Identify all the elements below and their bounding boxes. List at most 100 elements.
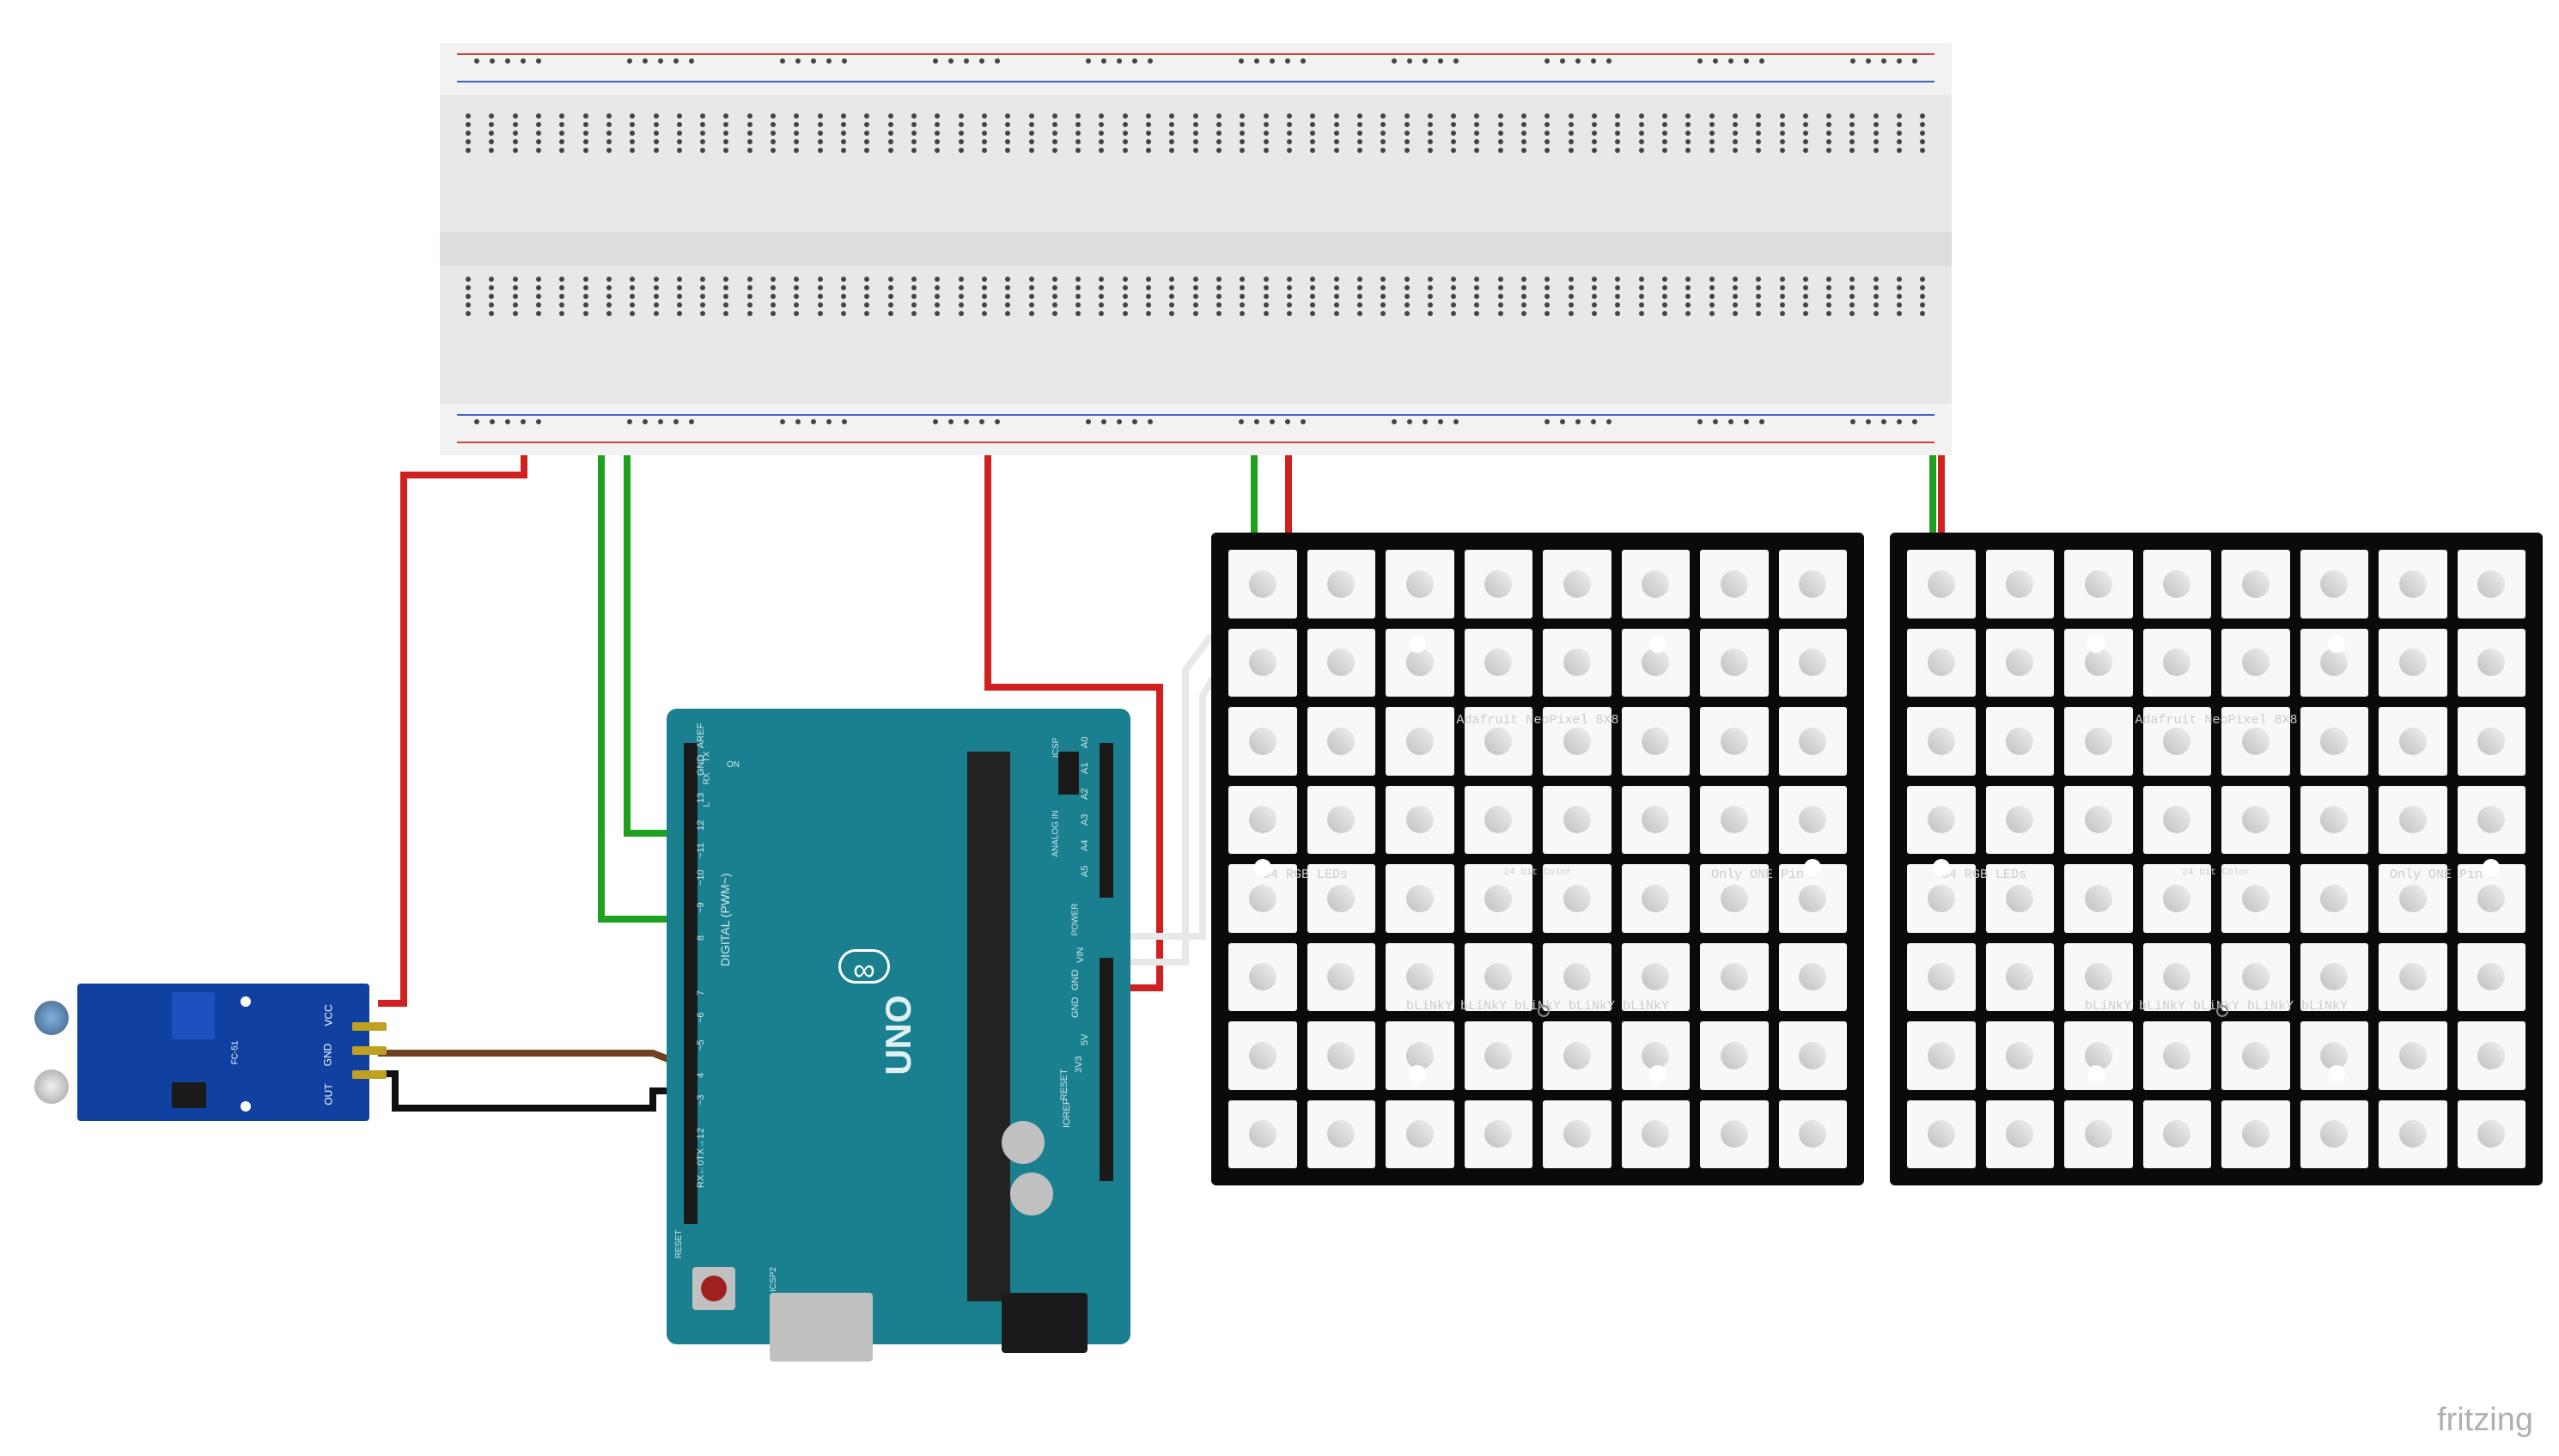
neopixel-led: [1228, 1100, 1297, 1169]
ir-out-label: OUT: [322, 1083, 334, 1105]
neopixel-led: [1700, 629, 1769, 698]
neopixel-led: [1700, 1100, 1769, 1169]
wire-ir-gnd: [378, 1074, 684, 1108]
neopixel-led: [2379, 629, 2447, 698]
neopixel-led: [1386, 786, 1454, 855]
neopixel-led: [2221, 1100, 2290, 1169]
neopixel-led: [2143, 1021, 2212, 1090]
neopixel-led: [1986, 1100, 2055, 1169]
neopixel-led: [1228, 786, 1297, 855]
ir-emitter-led: [34, 1001, 69, 1035]
ir-pin-header[interactable]: [352, 1022, 387, 1094]
neopixel-matrix-1: for(let i=0;i<64;i++)document.write('<di…: [1211, 533, 1864, 1185]
neopixel-led: [2379, 550, 2447, 618]
neopixel-led: [2221, 1021, 2290, 1090]
neopixel-led: [2143, 1100, 2212, 1169]
ir-model-label: FC-51: [230, 1041, 240, 1065]
breadboard: document.write(Array.from({length:10},()…: [440, 43, 1952, 455]
neopixel-led: [1622, 1100, 1691, 1169]
breadboard-bottom-rail: document.write(Array.from({length:10},()…: [440, 404, 1952, 455]
neopixel-led: [1543, 1100, 1612, 1169]
neopixel-led: [2300, 786, 2369, 855]
arduino-capacitor: [1002, 1121, 1045, 1164]
neopixel-led: [2458, 1100, 2526, 1169]
neopixel-led: [1907, 629, 1976, 698]
arduino-reset-label: RESET: [674, 1230, 684, 1258]
arduino-icsp-label: ICSP: [1051, 738, 1061, 758]
neopixel-led: [1700, 786, 1769, 855]
neopixel-led: [1700, 550, 1769, 618]
neopixel-led: [2300, 550, 2369, 618]
arduino-icsp2-label: ICSP2: [769, 1267, 778, 1292]
neopixel-led: [2221, 550, 2290, 618]
neopixel-led: [2064, 550, 2133, 618]
arduino-logo: ∞: [838, 949, 890, 984]
arduino-power-jack[interactable]: [1002, 1293, 1088, 1353]
neopixel-led: [1622, 786, 1691, 855]
neopixel-led: [1228, 1021, 1297, 1090]
neopixel-led: [1907, 1021, 1976, 1090]
neopixel-led: [2300, 1100, 2369, 1169]
neopixel-led: [1986, 550, 2055, 618]
neopixel-led: [2064, 1100, 2133, 1169]
arduino-analog-label: ANALOG IN: [1051, 810, 1060, 856]
neopixel-title: Adafruit NeoPixel 8X8: [1211, 713, 1864, 728]
neopixel-led: [1307, 1021, 1376, 1090]
neopixel-led: [2143, 786, 2212, 855]
neopixel-led: [1228, 629, 1297, 698]
arduino-usb-port[interactable]: [770, 1293, 873, 1362]
neopixel-led: [1307, 1100, 1376, 1169]
arduino-icsp: [1058, 752, 1079, 795]
ir-potentiometer[interactable]: [172, 992, 215, 1039]
neopixel-led: [1907, 550, 1976, 618]
neopixel-led: [1779, 1100, 1848, 1169]
neopixel-led: [1465, 550, 1533, 618]
breadboard-main: for(let r=0;r<5;r++){document.write('<di…: [440, 94, 1952, 404]
arduino-atmega-chip: [967, 752, 1010, 1301]
neopixel-led: [1543, 550, 1612, 618]
neopixel-led: [2064, 786, 2133, 855]
neopixel-led: [1465, 629, 1533, 698]
arduino-capacitor: [1010, 1173, 1053, 1215]
breadboard-top-rail: document.write(Array.from({length:10},()…: [440, 43, 1952, 94]
neopixel-led: [1307, 550, 1376, 618]
arduino-digital-label: DIGITAL (PWM~): [718, 874, 732, 967]
ir-sensor-module: VCC GND OUT FC-51: [77, 984, 369, 1121]
neopixel-led: [2143, 550, 2212, 618]
wire-ir-vcc: [378, 455, 524, 1003]
neopixel-pin-info: Only ONE Pin: [1711, 868, 1804, 882]
fritzing-watermark: fritzing: [2437, 1402, 2533, 1439]
arduino-uno: ON DIGITAL (PWM~) UNO ∞ RESET TX RX L va…: [667, 709, 1130, 1344]
neopixel-led: [1386, 550, 1454, 618]
neopixel-led: [1779, 786, 1848, 855]
ir-gnd-label: GND: [322, 1044, 334, 1067]
neopixel-led: [1307, 629, 1376, 698]
ir-receiver-led: [34, 1069, 69, 1104]
neopixel-led: [1307, 786, 1376, 855]
neopixel-led: [1543, 1021, 1612, 1090]
neopixel-led: [1465, 1021, 1533, 1090]
neopixel-led: [1779, 629, 1848, 698]
neopixel-led: [1700, 1021, 1769, 1090]
neopixel-led: [1543, 629, 1612, 698]
neopixel-led: [2379, 786, 2447, 855]
arduino-reset-button[interactable]: [692, 1267, 735, 1310]
neopixel-led: [1228, 550, 1297, 618]
neopixel-led: [1465, 786, 1533, 855]
neopixel-led: [1779, 1021, 1848, 1090]
neopixel-led: [2379, 1100, 2447, 1169]
neopixel-led: [2458, 629, 2526, 698]
neopixel-led: [2458, 786, 2526, 855]
neopixel-led: [1779, 550, 1848, 618]
arduino-on-led: ON: [727, 760, 740, 770]
neopixel-led: [2221, 786, 2290, 855]
arduino-analog-header[interactable]: [1100, 743, 1113, 898]
neopixel-led: [1986, 786, 2055, 855]
neopixel-led: [2143, 629, 2212, 698]
neopixel-title: Adafruit NeoPixel 8X8: [1890, 713, 2543, 728]
arduino-power-header[interactable]: [1100, 958, 1113, 1181]
neopixel-matrix-2: for(let i=0;i<64;i++)document.write('<di…: [1890, 533, 2543, 1185]
arduino-power-label: POWER: [1071, 904, 1081, 936]
ir-comparator-chip: [172, 1082, 206, 1108]
neopixel-led: [2379, 1021, 2447, 1090]
